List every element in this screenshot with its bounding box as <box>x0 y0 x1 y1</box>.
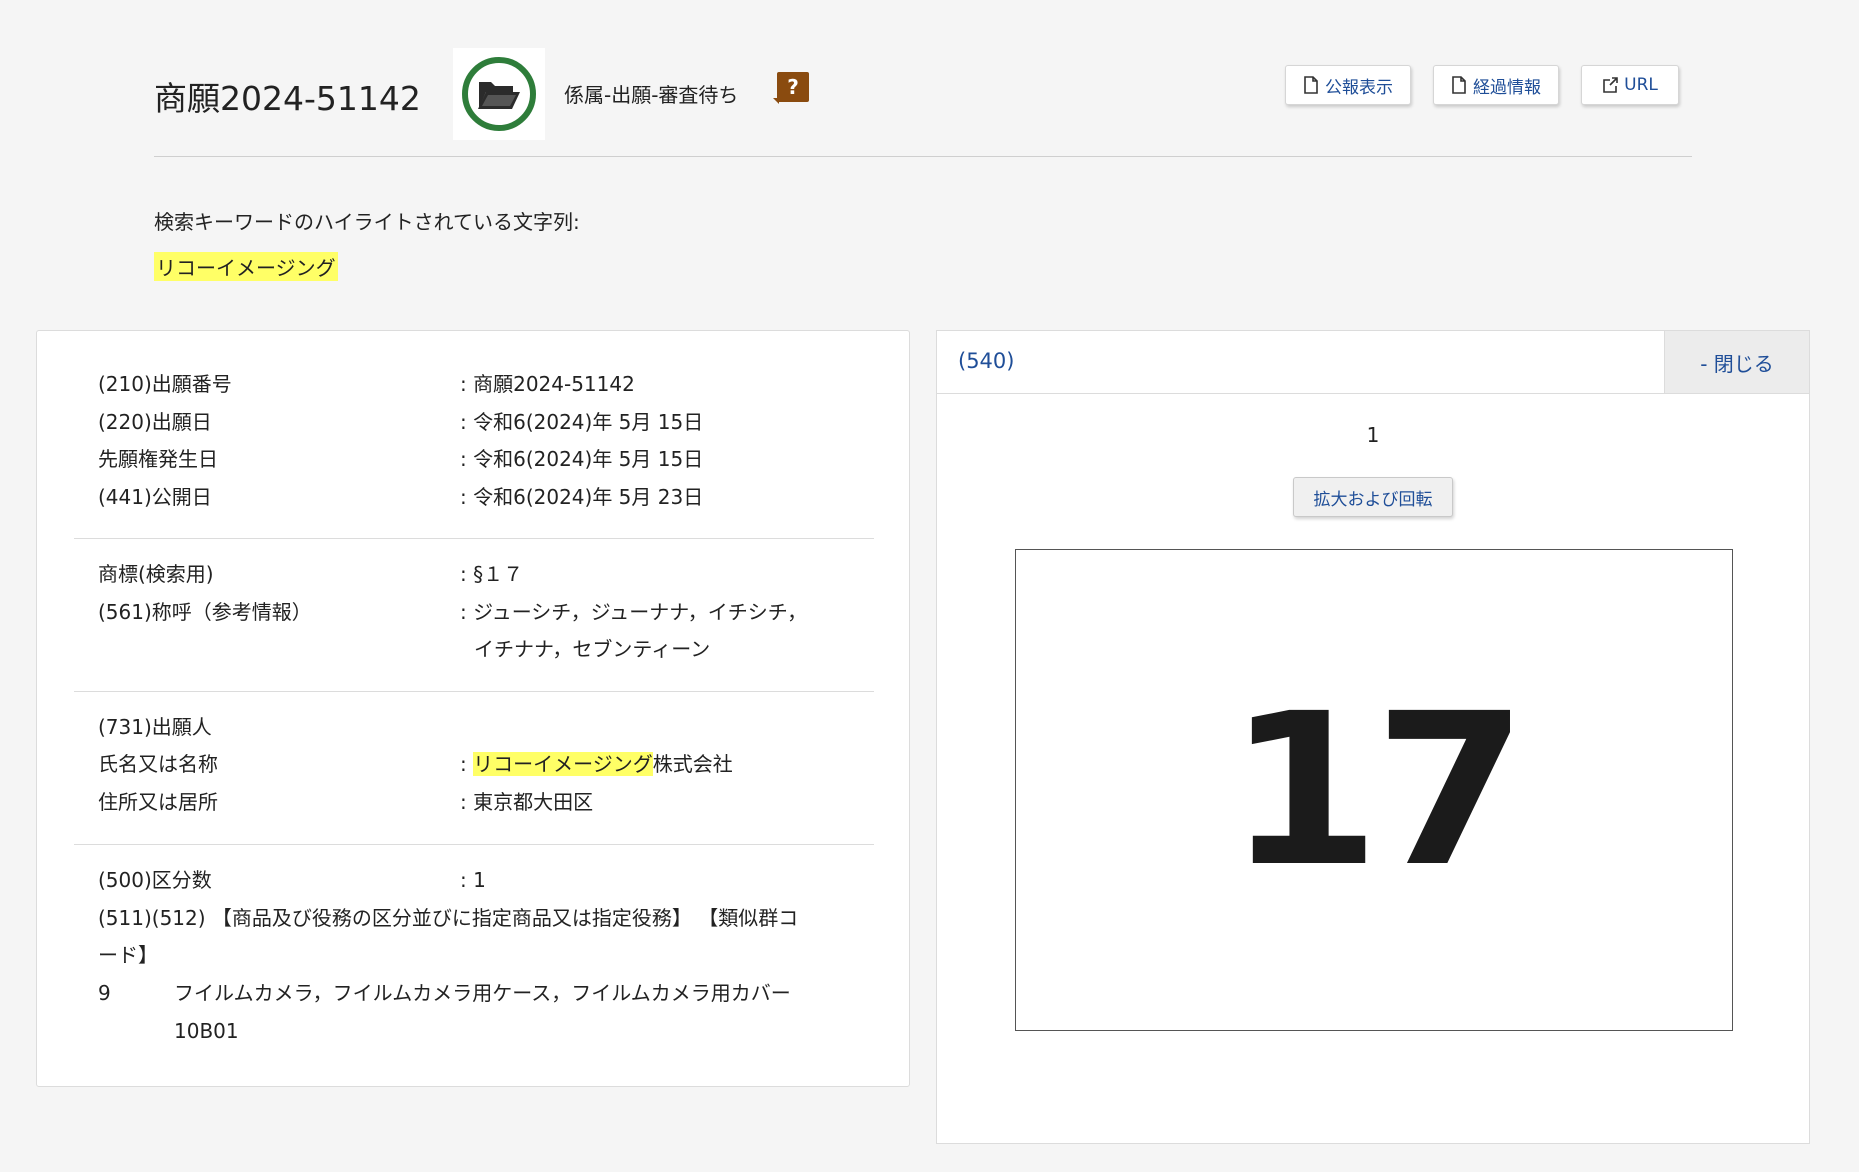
class-number: 9 <box>98 981 111 1005</box>
url-button-label: URL <box>1624 75 1658 95</box>
detail-label: 住所又は居所 <box>98 790 218 814</box>
image-panel: (540) - 閉じる 1 拡大および回転 17 <box>936 330 1810 1144</box>
image-panel-title: (540) <box>958 349 1015 373</box>
value-prefix: : <box>460 752 474 776</box>
detail-label: 氏名又は名称 <box>98 752 218 776</box>
detail-label: (731)出願人 <box>98 715 212 739</box>
detail-value: : 令和6(2024)年 5月 23日 <box>460 485 704 509</box>
status-icon <box>453 48 545 140</box>
value-suffix: 株式会社 <box>652 752 733 776</box>
goods-header: ード】 <box>98 943 158 967</box>
trademark-mark: 17 <box>1226 667 1528 913</box>
detail-value: : 令和6(2024)年 5月 15日 <box>460 447 704 471</box>
detail-value: : §１７ <box>460 562 524 586</box>
url-button[interactable]: URL <box>1581 65 1679 105</box>
section-goods: (500)区分数 : 1 (511)(512) 【商品及び役務の区分並びに指定商品… <box>74 844 874 1084</box>
document-icon <box>1452 76 1466 94</box>
section-applicant: (731)出願人 氏名又は名称: リコーイメージング株式会社 住所又は居所: 東… <box>74 691 874 845</box>
goods-list: フイルムカメラ，フイルムカメラ用ケース，フイルムカメラ用カバー <box>174 981 791 1005</box>
section-mark: 商標(検索用) : §１７ (561)称呼（参考情報） : ジューシチ，ジューナナ，… <box>74 538 874 692</box>
group-code: 10B01 <box>174 1019 239 1043</box>
zoom-rotate-button[interactable]: 拡大および回転 <box>1293 477 1453 517</box>
detail-label: (220)出願日 <box>98 410 212 434</box>
detail-label: (441)公開日 <box>98 485 212 509</box>
detail-label: (561)称呼（参考情報） <box>98 600 312 624</box>
detail-label: 先願権発生日 <box>98 447 218 471</box>
detail-label: (210)出願番号 <box>98 372 232 396</box>
gazette-button[interactable]: 公報表示 <box>1285 65 1411 105</box>
detail-label: (500)区分数 <box>98 868 212 892</box>
section-application: (210)出願番号 : 商願2024-51142 (220)出願日 : 令和6(20… <box>74 331 874 539</box>
page-title: 商願2024-51142 <box>154 79 421 118</box>
help-icon[interactable]: ? <box>773 72 809 104</box>
detail-value: : 商願2024-51142 <box>460 372 635 396</box>
detail-value: : リコーイメージング株式会社 <box>460 746 733 783</box>
header: 商願2024-51142 係属-出願-審査待ち ? 公報表示 経過情報 URL <box>154 46 1694 156</box>
detail-label: 商標(検索用) <box>98 562 214 586</box>
detail-value: : 東京都大田区 <box>460 790 594 814</box>
detail-value: : 1 <box>460 868 486 892</box>
goods-header: (511)(512) 【商品及び役務の区分並びに指定商品又は指定役務】 【類似群… <box>98 906 799 930</box>
image-panel-header: (540) - 閉じる <box>937 331 1809 394</box>
header-divider <box>154 156 1692 157</box>
detail-value: : ジューシチ，ジューナナ，イチシチ， <box>460 600 808 624</box>
detail-panel: (210)出願番号 : 商願2024-51142 (220)出願日 : 令和6(20… <box>36 330 910 1087</box>
trademark-image[interactable]: 17 <box>1015 549 1733 1031</box>
history-button-label: 経過情報 <box>1473 77 1541 98</box>
open-folder-icon <box>478 82 520 109</box>
detail-value: : 令和6(2024)年 5月 15日 <box>460 410 704 434</box>
status-text: 係属-出願-審査待ち <box>564 83 739 107</box>
document-icon <box>1304 76 1318 94</box>
detail-value: イチナナ，セブンティーン <box>474 637 711 661</box>
history-button[interactable]: 経過情報 <box>1433 65 1559 105</box>
keyword-highlight: リコーイメージング <box>473 752 653 776</box>
external-link-icon <box>1603 77 1618 93</box>
close-button[interactable]: - 閉じる <box>1664 331 1809 393</box>
keyword-label: 検索キーワードのハイライトされている文字列: <box>154 210 580 234</box>
image-index: 1 <box>1366 423 1380 447</box>
keyword-highlight: リコーイメージング <box>154 252 338 281</box>
gazette-button-label: 公報表示 <box>1325 77 1393 98</box>
